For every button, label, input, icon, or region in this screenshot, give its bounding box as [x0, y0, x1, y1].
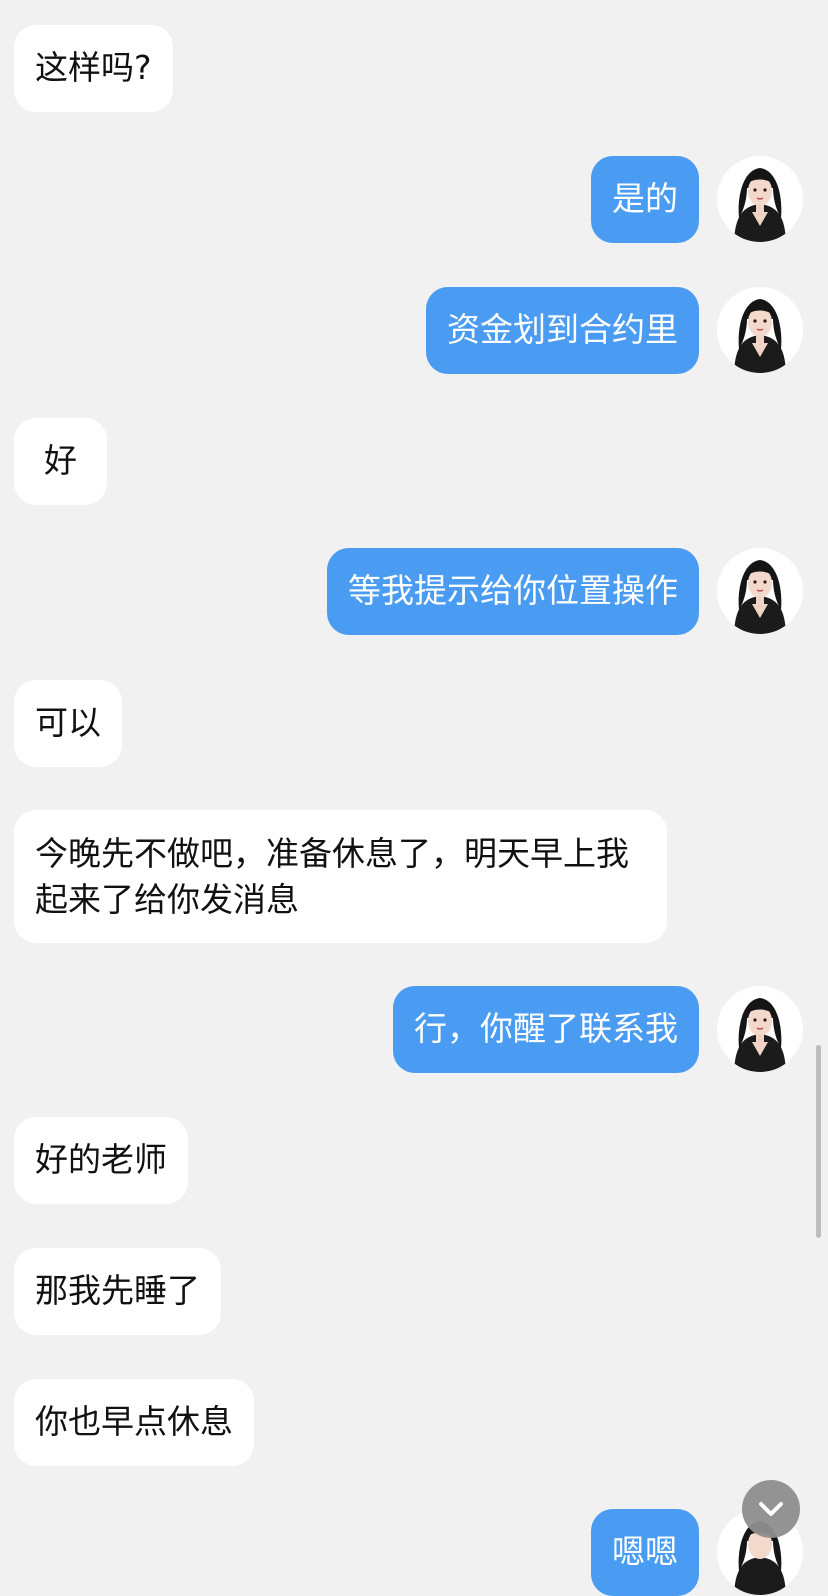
message-bubble-outgoing[interactable]: 嗯嗯 — [591, 1509, 699, 1596]
avatar[interactable] — [717, 156, 803, 242]
message-bubble-outgoing[interactable]: 资金划到合约里 — [426, 287, 699, 374]
avatar[interactable] — [717, 986, 803, 1072]
message-bubble-outgoing[interactable]: 行，你醒了联系我 — [393, 986, 699, 1073]
profile-photo-woman-icon — [717, 548, 803, 634]
message-bubble-incoming[interactable]: 你也早点休息 — [14, 1379, 254, 1466]
avatar[interactable] — [717, 287, 803, 373]
message-bubble-outgoing[interactable]: 等我提示给你位置操作 — [327, 548, 699, 635]
profile-photo-woman-icon — [717, 287, 803, 373]
message-bubble-incoming[interactable]: 好的老师 — [14, 1117, 188, 1204]
message-bubble-incoming[interactable]: 这样吗? — [14, 25, 173, 112]
message-bubble-incoming[interactable]: 今晚先不做吧，准备休息了，明天早上我起来了给你发消息 — [14, 810, 667, 943]
chevron-down-icon — [759, 1502, 783, 1516]
profile-photo-woman-icon — [717, 156, 803, 242]
message-bubble-incoming[interactable]: 那我先睡了 — [14, 1248, 221, 1335]
profile-photo-woman-icon — [717, 986, 803, 1072]
message-bubble-outgoing[interactable]: 是的 — [591, 156, 699, 243]
scrollbar[interactable] — [816, 1045, 821, 1238]
message-bubble-incoming[interactable]: 可以 — [14, 680, 122, 767]
avatar[interactable] — [717, 548, 803, 634]
message-bubble-incoming[interactable]: 好 — [14, 418, 107, 505]
scroll-to-bottom-button[interactable] — [742, 1480, 800, 1538]
